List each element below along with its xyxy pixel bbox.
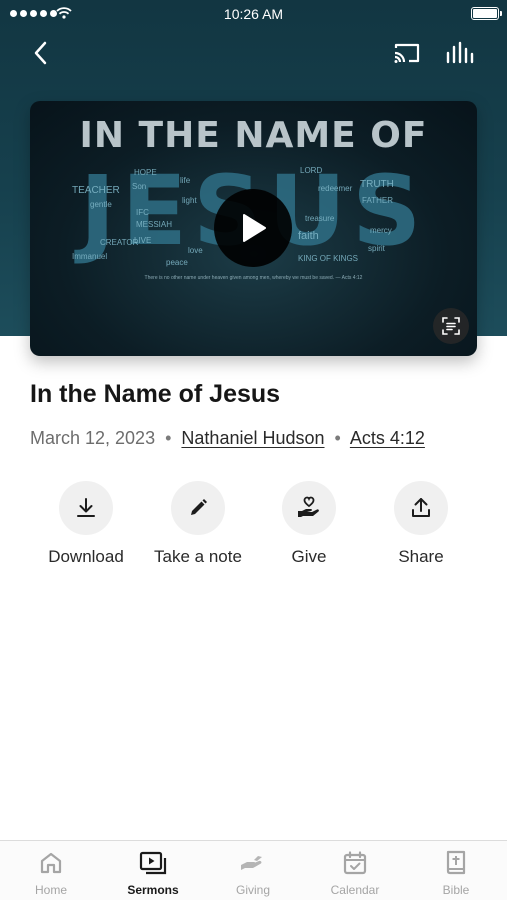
home-icon (40, 852, 62, 874)
tab-bible[interactable]: Bible (406, 849, 506, 897)
give-button[interactable]: Give (253, 481, 365, 567)
back-button[interactable] (24, 36, 58, 70)
scripture-link[interactable]: Acts 4:12 (350, 428, 425, 448)
artwork-word: IFC (136, 208, 149, 217)
artwork-word: MESSIAH (136, 220, 173, 229)
play-icon (243, 214, 266, 242)
tab-giving[interactable]: Giving (203, 849, 303, 897)
share-label: Share (398, 547, 444, 566)
transcript-icon (442, 317, 460, 335)
artwork-verse: There is no other name under heaven give… (144, 275, 363, 281)
tab-bar: Home Sermons Giving Calendar Bible (0, 840, 507, 900)
share-icon-circle (394, 481, 448, 535)
status-time: 10:26 AM (223, 6, 284, 22)
audio-bars-icon (446, 41, 474, 64)
artwork-word: spirit (368, 244, 385, 253)
artwork-word: KING OF KINGS (298, 254, 359, 263)
sermon-artwork[interactable]: JESUS HOPE TEACHER Son gentle IFC MESSIA… (30, 101, 477, 356)
calendar-icon (343, 851, 367, 875)
sermon-meta: March 12, 2023 • Nathaniel Hudson • Acts… (30, 428, 425, 449)
download-button[interactable]: Download (30, 481, 142, 567)
cast-icon (394, 43, 420, 63)
artwork-word: HOPE (134, 168, 157, 177)
tab-bible-label: Bible (442, 883, 470, 897)
chevron-left-icon (34, 41, 47, 65)
heart-hand-icon (298, 496, 319, 517)
artwork-word: CREATOR (100, 238, 139, 247)
sermons-icon (139, 851, 167, 875)
meta-separator: • (334, 428, 341, 448)
artwork-word: mercy (370, 226, 392, 235)
tab-home-label: Home (34, 883, 67, 897)
download-label: Download (48, 547, 124, 566)
artwork-word: Son (132, 182, 147, 191)
artwork-word: gentle (90, 200, 112, 209)
take-note-label: Take a note (154, 547, 242, 566)
artwork-word: faith (298, 230, 319, 242)
artwork-word: Immanuel (72, 252, 108, 261)
tab-sermons-label: Sermons (127, 883, 179, 897)
download-icon (77, 498, 95, 517)
artwork-word: treasure (305, 214, 335, 223)
sermon-date: March 12, 2023 (30, 428, 156, 448)
speaker-link[interactable]: Nathaniel Hudson (181, 428, 324, 448)
artwork-word: peace (166, 258, 188, 267)
download-icon-circle (59, 481, 113, 535)
audio-button[interactable] (443, 36, 477, 70)
tab-home[interactable]: Home (1, 849, 101, 897)
battery-icon (471, 7, 502, 20)
artwork-word: love (188, 246, 203, 255)
share-button[interactable]: Share (365, 481, 477, 567)
pencil-icon (191, 499, 207, 515)
artwork-word: TRUTH (360, 179, 394, 190)
artwork-word: light (182, 196, 197, 205)
tab-calendar-label: Calendar (330, 883, 380, 897)
transcript-button[interactable] (433, 308, 469, 344)
artwork-word: LORD (300, 166, 323, 175)
sermon-title: In the Name of Jesus (30, 380, 281, 408)
play-button[interactable] (214, 189, 292, 267)
tab-calendar[interactable]: Calendar (305, 849, 405, 897)
artwork-headline: IN THE NAME OF (79, 115, 428, 156)
artwork-word: FATHER (362, 196, 393, 205)
take-note-button[interactable]: Take a note (142, 481, 254, 567)
artwork-word: redeemer (318, 184, 353, 193)
artwork-word: life (180, 176, 191, 185)
heart-hand-icon-circle (282, 481, 336, 535)
tab-sermons[interactable]: Sermons (103, 849, 203, 897)
bible-icon (446, 850, 466, 875)
pencil-icon-circle (171, 481, 225, 535)
status-bar: 10:26 AM (0, 0, 507, 28)
tab-giving-label: Giving (235, 883, 270, 897)
share-icon (412, 498, 430, 517)
give-label: Give (291, 547, 327, 566)
artwork-word: TEACHER (72, 185, 120, 196)
cast-button[interactable] (390, 36, 424, 70)
giving-icon (241, 856, 262, 870)
meta-separator: • (165, 428, 172, 448)
